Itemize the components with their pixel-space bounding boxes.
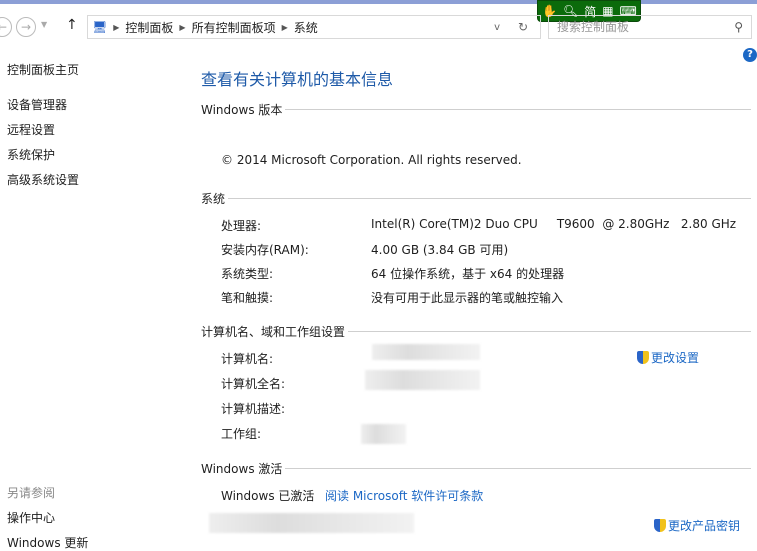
computer-icon: 🖥 xyxy=(92,20,108,34)
breadcrumb-item[interactable]: 系统 xyxy=(294,19,318,36)
pen-touch-value: 没有可用于此显示器的笔或触控输入 xyxy=(371,291,564,305)
workgroup-label: 工作组: xyxy=(221,427,262,441)
recent-dropdown-icon[interactable]: ▼ xyxy=(41,20,47,29)
processor-label: 处理器: xyxy=(221,219,262,233)
section-edition: Windows 版本 xyxy=(201,101,751,118)
system-type-value: 64 位操作系统，基于 x64 的处理器 xyxy=(371,267,565,281)
computer-name-label: 计算机名: xyxy=(221,352,274,366)
redacted-product-id xyxy=(209,513,414,533)
see-also-label: 另请参阅 xyxy=(7,486,56,500)
back-button[interactable]: ← xyxy=(0,17,12,37)
processor-value: Intel(R) Core(TM)2 Duo CPU T9600 @ 2.80G… xyxy=(371,217,737,231)
section-computer-name: 计算机名、域和工作组设置 xyxy=(201,323,751,340)
breadcrumb-item[interactable]: 所有控制面板项 xyxy=(192,19,276,36)
shield-icon xyxy=(637,351,649,364)
license-terms-link[interactable]: 阅读 Microsoft 软件许可条款 xyxy=(325,487,483,504)
copyright: © 2014 Microsoft Corporation. All rights… xyxy=(221,153,522,167)
sidebar-item-protection[interactable]: 系统保护 xyxy=(7,146,55,163)
sidebar-item-advanced[interactable]: 高级系统设置 xyxy=(7,171,79,188)
full-name-label: 计算机全名: xyxy=(221,377,286,391)
sidebar-action-center[interactable]: 操作中心 xyxy=(7,509,55,526)
sidebar-item-device-manager[interactable]: 设备管理器 xyxy=(7,96,67,113)
sidebar-item-remote[interactable]: 远程设置 xyxy=(7,121,55,138)
description-label: 计算机描述: xyxy=(221,402,286,416)
help-icon[interactable]: ? xyxy=(743,48,757,62)
shield-icon xyxy=(654,519,666,532)
system-type-label: 系统类型: xyxy=(221,267,274,281)
address-bar[interactable]: 🖥 ▶ 控制面板 ▶ 所有控制面板项 ▶ 系统 v ↻ xyxy=(87,15,541,39)
redacted-computer-name xyxy=(372,344,480,360)
ram-value: 4.00 GB (3.84 GB 可用) xyxy=(371,243,509,257)
redacted-full-name xyxy=(365,370,480,390)
navigation-bar: ← → ▼ ↑ 🖥 ▶ 控制面板 ▶ 所有控制面板项 ▶ 系统 v ↻ 搜索控制面板 ⚲ xyxy=(0,14,757,40)
change-settings-link[interactable]: 更改设置 xyxy=(637,349,699,366)
up-button[interactable]: ↑ xyxy=(66,17,78,33)
pen-touch-label: 笔和触摸: xyxy=(221,291,274,305)
refresh-icon[interactable]: ↻ xyxy=(518,20,528,34)
forward-button[interactable]: → xyxy=(16,17,36,37)
sidebar-home[interactable]: 控制面板主页 xyxy=(7,61,79,78)
section-activation: Windows 激活 xyxy=(201,460,751,477)
sidebar-windows-update[interactable]: Windows 更新 xyxy=(7,534,88,551)
change-product-key-link[interactable]: 更改产品密钥 xyxy=(654,517,740,534)
title-bar xyxy=(0,0,757,4)
search-icon[interactable]: ⚲ xyxy=(734,16,743,38)
chevron-down-icon[interactable]: v xyxy=(494,22,500,33)
redacted-workgroup xyxy=(361,424,406,444)
ram-label: 安装内存(RAM): xyxy=(221,243,309,257)
breadcrumb-item[interactable]: 控制面板 xyxy=(125,19,173,36)
page-title: 查看有关计算机的基本信息 xyxy=(201,70,394,89)
search-input[interactable]: 搜索控制面板 ⚲ xyxy=(548,15,752,39)
activation-status: Windows 已激活 xyxy=(221,489,315,503)
section-system: 系统 xyxy=(201,190,751,207)
